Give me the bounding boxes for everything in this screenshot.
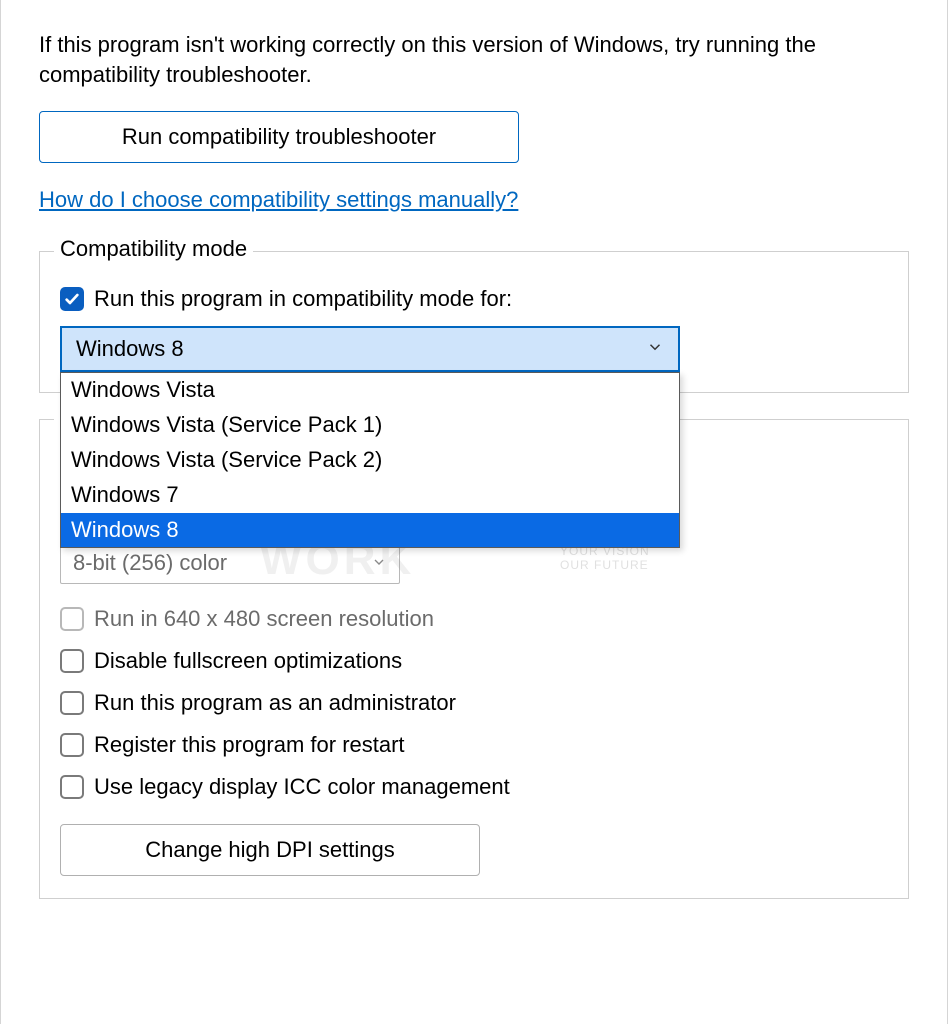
legacy-icc-row[interactable]: Use legacy display ICC color management	[60, 774, 888, 800]
compat-mode-selected-text: Windows 8	[76, 336, 184, 362]
run-640x480-label: Run in 640 x 480 screen resolution	[94, 606, 434, 632]
legacy-icc-label: Use legacy display ICC color management	[94, 774, 510, 800]
intro-text: If this program isn't working correctly …	[39, 30, 909, 89]
chevron-down-icon	[371, 550, 387, 576]
disable-fullscreen-checkbox[interactable]	[60, 649, 84, 673]
combo-option-win7[interactable]: Windows 7	[61, 478, 679, 513]
register-restart-row[interactable]: Register this program for restart	[60, 732, 888, 758]
run-640x480-checkbox	[60, 607, 84, 631]
disable-fullscreen-row[interactable]: Disable fullscreen optimizations	[60, 648, 888, 674]
combo-option-win8[interactable]: Windows 8	[61, 513, 679, 548]
color-mode-value: 8-bit (256) color	[73, 550, 227, 576]
compat-mode-dropdown-list: Windows Vista Windows Vista (Service Pac…	[60, 372, 680, 548]
disable-fullscreen-label: Disable fullscreen optimizations	[94, 648, 402, 674]
register-restart-label: Register this program for restart	[94, 732, 405, 758]
compat-mode-checkbox-label: Run this program in compatibility mode f…	[94, 286, 512, 312]
compat-mode-combobox[interactable]: Windows 8 Windows Vista Windows Vista (S…	[60, 326, 680, 372]
combo-option-vista[interactable]: Windows Vista	[61, 373, 679, 408]
compat-mode-checkbox[interactable]	[60, 287, 84, 311]
run-640x480-row: Run in 640 x 480 screen resolution	[60, 606, 888, 632]
manual-settings-help-link[interactable]: How do I choose compatibility settings m…	[39, 187, 518, 213]
combo-option-vista-sp2[interactable]: Windows Vista (Service Pack 2)	[61, 443, 679, 478]
run-troubleshooter-button[interactable]: Run compatibility troubleshooter	[39, 111, 519, 163]
change-dpi-settings-button[interactable]: Change high DPI settings	[60, 824, 480, 876]
color-mode-combobox: 8-bit (256) color	[60, 542, 400, 584]
compatibility-mode-group: Compatibility mode Run this program in c…	[39, 251, 909, 393]
run-admin-row[interactable]: Run this program as an administrator	[60, 690, 888, 716]
compat-mode-checkbox-row[interactable]: Run this program in compatibility mode f…	[60, 286, 888, 312]
combo-option-vista-sp1[interactable]: Windows Vista (Service Pack 1)	[61, 408, 679, 443]
chevron-down-icon	[646, 336, 664, 362]
compatibility-mode-legend: Compatibility mode	[54, 236, 253, 262]
compatibility-tab-panel: If this program isn't working correctly …	[0, 0, 948, 1024]
legacy-icc-checkbox[interactable]	[60, 775, 84, 799]
register-restart-checkbox[interactable]	[60, 733, 84, 757]
check-icon	[64, 291, 80, 307]
run-admin-label: Run this program as an administrator	[94, 690, 456, 716]
compat-mode-selected[interactable]: Windows 8	[60, 326, 680, 372]
run-admin-checkbox[interactable]	[60, 691, 84, 715]
